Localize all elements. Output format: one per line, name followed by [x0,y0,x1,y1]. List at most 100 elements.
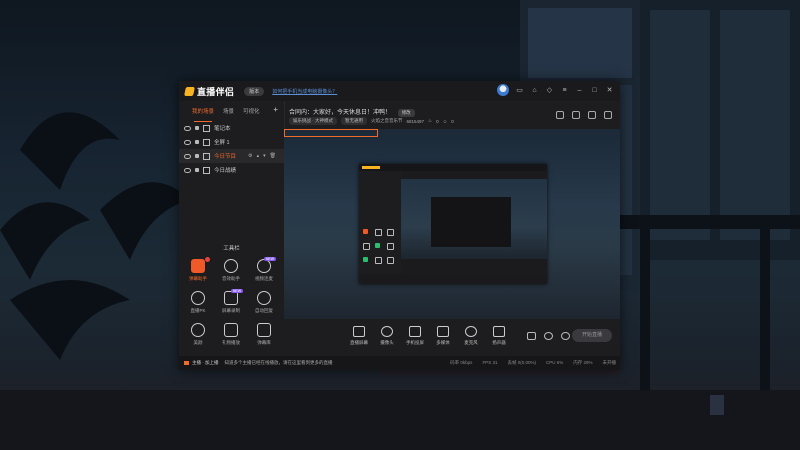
preview-eye-icon[interactable] [544,332,553,340]
nested-preview [401,179,547,259]
fire-icon: ♨ [428,118,433,123]
lock-icon[interactable] [195,126,199,130]
selection-box[interactable] [284,129,378,137]
version-button[interactable]: 版本 [244,86,265,96]
video-link-tool[interactable]: NEW 视频连麦 [249,257,279,282]
tool-label: 自动回复 [255,308,273,313]
shield-icon[interactable]: ◇ [545,86,554,95]
library-icon [257,323,271,337]
up-icon[interactable]: ▴ [257,153,260,159]
heat-count: 0 [436,118,439,124]
media-play-icon [437,326,449,337]
eye-icon[interactable] [184,167,191,173]
plus-icon[interactable]: + [273,105,278,114]
tool-label: 弹幕库 [257,340,271,345]
tool-label: 美颜 [193,340,203,345]
settings-icon[interactable]: ⚙ [248,153,252,159]
title-bar: 直播伴侣 版本 如何把手机当成电脑摄像头？ ▭ ⌂ ◇ ≡ – □ ✕ [179,81,620,101]
reply-icon [257,291,271,305]
beauty-tool[interactable]: 美颜 [183,323,213,346]
sound-tool[interactable]: 音效助手 [216,259,246,282]
user-icon: ☺ [442,118,448,124]
video-link-icon [257,259,271,273]
tab-visual[interactable]: 可视化 [243,107,260,119]
scene-label: 全屏 1 [214,140,230,146]
screen-share-icon [353,326,365,337]
bell-icon[interactable] [604,111,612,119]
microphone-icon [465,326,477,337]
pk-tool[interactable]: 直播PK [183,291,213,314]
preview-canvas[interactable] [284,129,620,319]
source-toolbar: 直播屏幕 摄像头 手机投屏 多媒体 麦克风 扬声器 开始直播 [284,319,620,356]
phone-cast-icon [409,326,421,337]
edit-title-button[interactable]: 修改 [397,109,415,117]
button-label: 扬声器 [492,340,506,345]
avatar[interactable] [497,84,509,96]
lock-icon[interactable] [195,140,199,144]
down-icon[interactable]: ▾ [263,153,266,159]
danmaku-lib-tool[interactable]: 弹幕库 [249,323,279,346]
live-status: 未开播 [602,360,617,365]
category-tag[interactable]: 娱乐挑战 · 大神模式 [289,117,337,125]
status-message[interactable]: 知道多个主播已经在线播放，请在这里看到更多的直播 [225,360,333,366]
tool-label: 音效助手 [222,276,240,281]
speaker-icon [493,326,505,337]
tab-scenes[interactable]: 场景 [223,107,234,119]
live-title: 合同内：大家好，今天休息日！冲鸭！ [289,110,392,116]
image-icon [203,166,210,174]
gift-tool[interactable]: 礼物播放 [216,323,246,346]
camera-icon [381,326,393,337]
new-badge: NEW [263,257,276,261]
lock-icon[interactable] [195,168,199,172]
eye-icon[interactable] [184,153,191,159]
maximize-icon[interactable]: □ [590,86,599,95]
eye-icon[interactable] [184,139,191,145]
eye-icon[interactable] [184,125,191,131]
notice-link[interactable]: 如何把手机当成电脑摄像头？ [272,88,337,95]
video-camera-icon[interactable] [527,332,536,340]
sound-effect-icon [224,259,238,273]
button-label: 多媒体 [436,340,450,345]
close-icon[interactable]: ✕ [605,86,614,95]
button-label: 摄像头 [380,340,394,345]
scene-item[interactable]: 笔记本 [179,121,284,135]
minimize-icon[interactable]: – [575,86,584,95]
lock-icon[interactable] [195,154,199,158]
tab-my-scenes[interactable]: 我的场景 [192,107,214,122]
nested-sidebar [359,171,401,274]
speaker-button[interactable]: 扬声器 [482,326,516,346]
start-live-button[interactable]: 开始直播 [572,329,612,342]
tool-label: 视频连麦 [255,276,273,281]
auto-reply-tool[interactable]: 自动回复 [249,291,279,314]
status-bar: 主播 · 加上播 知道多个主播已经在线播放，请在这里看到更多的直播 码率 0kb… [179,356,620,370]
common-tag[interactable]: 暂无通用 [341,117,367,125]
danmaku-tool[interactable]: 弹幕助手 [183,257,213,282]
app-logo: 直播伴侣 [184,85,234,98]
shirt-icon[interactable]: ⌂ [530,86,539,95]
layout-icon[interactable] [556,111,564,119]
compass-icon [191,323,205,337]
scene-item-selected[interactable]: 今日节目 ⚙ ▴ ▾ 🗑 [179,149,284,163]
scene-item[interactable]: 全屏 1 [179,135,284,149]
scene-item[interactable]: 今日战绩 [179,163,284,177]
menu-icon[interactable]: ≡ [560,86,569,95]
room-id: 6815497 [406,118,425,124]
message-icon[interactable]: ▭ [515,86,524,95]
record-tool[interactable]: NEW 屏幕录制 [216,289,246,314]
screenshot-icon[interactable] [572,111,580,119]
share-icon[interactable] [588,111,596,119]
nested-app-capture [359,164,547,284]
image-icon [203,152,210,160]
button-label: 直播屏幕 [350,340,368,345]
danmaku-icon [191,259,205,273]
scene-label: 今日战绩 [214,168,237,174]
settings-icon[interactable] [561,332,570,340]
viewer-count: 0 [451,118,454,124]
delete-icon[interactable]: 🗑 [270,153,276,159]
dropped-frames-stat: 丢帧 0(0.00%) [507,360,536,365]
window-icon [203,124,210,132]
tool-label: 弹幕助手 [189,276,207,281]
sidebar: 我的场景 场景 可视化 + 笔记本 全屏 1 今日节目 ⚙ ▴ ▾ 🗑 今日战绩… [179,101,285,356]
cpu-stat: CPU 6% [545,360,564,365]
memory-stat: 内存 29% [573,360,593,365]
